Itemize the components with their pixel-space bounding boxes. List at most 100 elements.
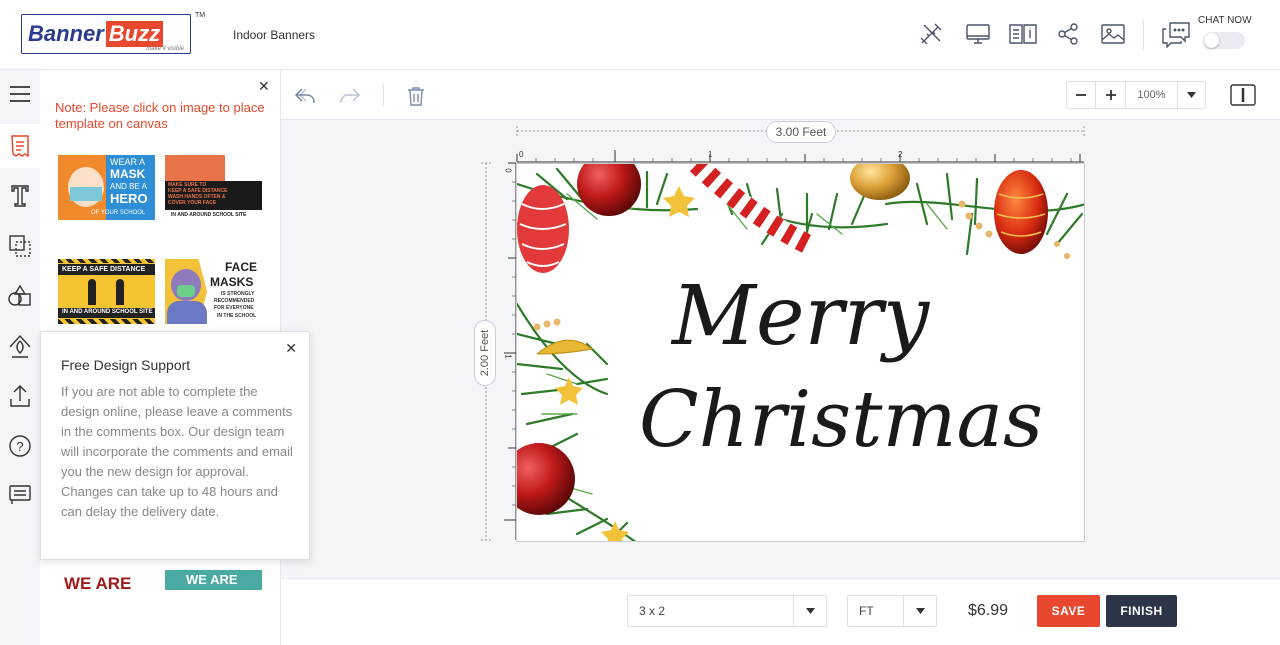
template-thumb-keep-distance[interactable]: KEEP A SAFE DISTANCE IN AND AROUND SCHOO… <box>58 259 155 324</box>
upload-icon[interactable] <box>0 374 40 418</box>
close-popup-icon[interactable]: ✕ <box>285 340 297 357</box>
thumb-text: OF YOUR SCHOOL <box>91 210 146 216</box>
star-ornament <box>555 377 583 405</box>
ruler-h-label: 0 <box>519 150 524 159</box>
panel-toggle-icon[interactable] <box>1229 83 1257 107</box>
share-icon[interactable] <box>1054 20 1082 48</box>
thumb-hazard-top <box>58 259 155 263</box>
preview-icon[interactable] <box>964 20 992 48</box>
product-name: Indoor Banners <box>233 28 316 42</box>
design-support-popup: Free Design Support ✕ If you are not abl… <box>40 331 310 560</box>
template-note: Note: Please click on image to place tem… <box>55 100 265 131</box>
star-ornament <box>663 186 695 217</box>
greeting-line-1: Merry <box>670 269 931 364</box>
greeting-line-2: Christmas <box>639 375 1043 465</box>
thumb-school-bg <box>165 155 225 181</box>
template-thumb-we-are-teal[interactable]: WE ARE <box>165 570 262 590</box>
unit-select-value: FT <box>859 604 874 618</box>
delete-icon[interactable] <box>402 83 430 109</box>
thumb-mask <box>177 285 195 297</box>
redo-icon[interactable] <box>336 83 364 109</box>
christmas-artwork: Merry Christmas <box>517 164 1084 541</box>
undo-icon[interactable] <box>291 83 319 109</box>
thumb-text: RECOMMENDED <box>214 298 255 304</box>
help-icon[interactable]: ? <box>0 424 40 468</box>
ruler-h-label: 1 <box>708 150 713 159</box>
chat-toggle-knob <box>1204 33 1219 48</box>
header-bar: Banner Buzz make it visible TM Indoor Ba… <box>0 0 1280 70</box>
thumb-text: KEEP A SAFE DISTANCE <box>62 266 146 273</box>
ornament-gold-top <box>850 164 910 200</box>
chevron-down-icon[interactable] <box>903 596 936 626</box>
chevron-down-icon[interactable] <box>793 596 826 626</box>
zoom-control: 100% <box>1066 81 1206 109</box>
thumb-hazard-bottom <box>58 319 155 324</box>
template-thumb-mask-hero[interactable]: WEAR A MASK AND BE A HERO OF YOUR SCHOOL <box>58 155 155 220</box>
ruler-h-label: 2 <box>898 150 903 159</box>
comments-icon[interactable] <box>0 472 40 516</box>
left-tool-rail: ? <box>0 70 40 645</box>
template-thumb-we-are-red[interactable]: WE ARE <box>58 570 155 590</box>
shapes-icon[interactable] <box>0 274 40 318</box>
ornament-orange-right <box>994 170 1048 254</box>
thumb-text: WE ARE <box>186 572 238 587</box>
thumb-text: MASK <box>110 167 146 181</box>
height-value: 2.00 Feet <box>479 329 492 377</box>
text-icon[interactable] <box>0 174 40 218</box>
width-value: 3.00 Feet <box>775 125 827 139</box>
width-dimension-label: 3.00 Feet <box>766 121 836 143</box>
menu-icon[interactable] <box>0 72 40 116</box>
design-canvas[interactable]: Merry Christmas <box>516 163 1085 542</box>
clipart-icon[interactable] <box>0 324 40 368</box>
svg-text:?: ? <box>16 439 23 454</box>
chat-icon[interactable] <box>1160 20 1192 48</box>
thumb-text: IN AND AROUND SCHOOL SITE <box>171 212 247 218</box>
popup-title: Free Design Support <box>61 357 191 373</box>
thumb-text: MASKS <box>210 275 254 289</box>
logo-trademark: TM <box>195 12 206 19</box>
thumb-text: AND BE A <box>110 182 147 191</box>
close-panel-icon[interactable]: ✕ <box>258 78 270 95</box>
thumb-text: IS STRONGLY <box>221 291 255 297</box>
zoom-value: 100% <box>1137 89 1166 101</box>
thumb-text: WE ARE <box>64 574 132 590</box>
size-select-value: 3 x 2 <box>639 604 666 618</box>
template-thumb-face-masks[interactable]: FACE MASKS IS STRONGLY RECOMMENDED FOR E… <box>165 259 262 324</box>
ruler-v-label: 0 <box>503 168 513 173</box>
thumb-text: IN AND AROUND SCHOOL SITE <box>62 309 153 315</box>
unit-select[interactable]: FT <box>847 595 937 627</box>
zoom-in-button[interactable] <box>1096 82 1126 108</box>
header-divider <box>1143 20 1144 50</box>
logo-text-buzz: Buzz <box>105 21 164 47</box>
bannerbuzz-logo[interactable]: Banner Buzz make it visible <box>21 14 191 54</box>
thumb-person-left <box>88 279 96 305</box>
image-icon[interactable] <box>1099 20 1127 48</box>
thumb-people-bg <box>225 155 262 181</box>
zoom-level[interactable]: 100% <box>1126 82 1178 108</box>
zoom-out-button[interactable] <box>1067 82 1096 108</box>
price-display: $6.99 <box>968 602 1009 619</box>
thumb-text: IN THE SCHOOL <box>217 313 257 319</box>
chat-now-label: CHAT NOW <box>1198 15 1252 26</box>
template-thumb-safe-distance-hands[interactable]: MAKE SURE TO KEEP A SAFE DISTANCE WASH H… <box>165 155 262 220</box>
guide-icon[interactable] <box>1007 20 1039 48</box>
toolbar-divider <box>383 84 384 106</box>
thumb-mask <box>70 187 102 201</box>
design-tools-icon[interactable] <box>917 20 945 48</box>
save-button[interactable]: SAVE <box>1037 595 1100 627</box>
ruler-v-label: 1 <box>503 354 513 359</box>
thumb-text: COVER YOUR FACE <box>168 200 217 206</box>
thumb-person-right <box>116 279 124 305</box>
thumb-text: HERO <box>110 191 148 206</box>
ornament-red-bottom <box>517 443 575 515</box>
templates-icon[interactable] <box>0 124 40 168</box>
logo-tagline: make it visible <box>146 46 184 52</box>
finish-button[interactable]: FINISH <box>1106 595 1177 627</box>
size-select[interactable]: 3 x 2 <box>627 595 827 627</box>
chat-toggle[interactable] <box>1203 32 1245 49</box>
height-dimension-label: 2.00 Feet <box>474 320 496 386</box>
thumb-body <box>167 301 207 324</box>
zoom-dropdown-button[interactable] <box>1178 82 1205 108</box>
thumb-text: WEAR A <box>110 157 146 167</box>
layers-icon[interactable] <box>0 224 40 268</box>
